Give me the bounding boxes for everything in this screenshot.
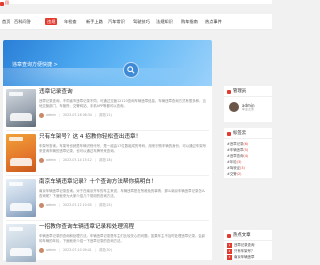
- tag-count: (3): [236, 160, 242, 164]
- tag-link[interactable]: #违章查询(4): [227, 154, 248, 158]
- tag-link[interactable]: #年检(3): [227, 160, 241, 164]
- sidebar-divider: [224, 96, 272, 97]
- sidebar-tags-heading: 标签云: [227, 131, 246, 137]
- nav-item-buying-guide[interactable]: 购车指南: [181, 19, 198, 24]
- article-title[interactable]: 违章记录查询: [39, 89, 73, 96]
- top-strip: [0, 0, 272, 4]
- article-excerpt: 车架号查询。车架号也就是车辆识别代号，是一组由17位数组成的号码，用来识别车辆的…: [39, 144, 207, 153]
- article-meta: admin | 2023-07-14 15:12 | 浏览(18): [39, 158, 112, 163]
- author-avatar: [39, 203, 44, 208]
- article-item[interactable]: 只有车架号？这 4 招教你轻松查出违章！ 车架号查询。车架号也就是车辆识别代号，…: [3, 131, 212, 175]
- tag-link[interactable]: #交警(2): [227, 172, 241, 176]
- nav-item-wiki[interactable]: 百科问答: [14, 19, 31, 24]
- sidebar-hot-heading: 热点文章: [227, 233, 251, 239]
- article-title[interactable]: 只有车架号？这 4 招教你轻松查出违章！: [39, 134, 141, 141]
- article-author[interactable]: admin: [46, 203, 56, 207]
- article-views: 浏览(25): [98, 203, 112, 208]
- admin-desc: 车主之家: [242, 107, 255, 111]
- tag-link[interactable]: #违章记录(6): [227, 142, 248, 146]
- article-excerpt: 南京车辆违章记录查询。对于在南京开车的车主来说，车辆违章是在所难免的事情，那么南…: [39, 189, 206, 198]
- hot-article-link[interactable]: 2 只有车架号？: [227, 249, 269, 254]
- flame-icon: [227, 233, 231, 238]
- nav-item-car-knowledge[interactable]: 汽车常识: [108, 19, 125, 24]
- article-views: 浏览(18): [98, 158, 112, 163]
- article-author[interactable]: admin: [46, 248, 56, 252]
- tag-label: #违章查询: [227, 154, 244, 158]
- article-views: 浏览(30): [98, 248, 112, 253]
- article-author[interactable]: admin: [46, 113, 56, 117]
- article-views: 浏览(21): [98, 113, 112, 118]
- hot-article-link[interactable]: 3 南京车辆违章: [227, 255, 269, 260]
- tag-count: (4): [243, 154, 249, 158]
- article-item[interactable]: 南京车辆违章记录？十个查询方法帮你搞明白！ 南京车辆违章记录查询。对于在南京开车…: [3, 176, 212, 220]
- article-excerpt: 违章记录查询。不同省市违章记录不同，可通过交管12123查询车辆违章信息。车辆违…: [39, 99, 206, 108]
- article-excerpt: 车辆违章记录的查询和处理方法。车辆违章记录是车主们比较关心的问题，如果车主不及时…: [39, 234, 206, 243]
- tag-count: (6): [243, 142, 249, 146]
- tag-link[interactable]: #车辆违章(5): [227, 148, 248, 152]
- sidebar-admin-title: 管理员: [233, 89, 247, 94]
- banner-title: 违章查询方便快捷 >: [12, 62, 58, 68]
- article-thumbnail[interactable]: [6, 224, 36, 262]
- author-avatar: [39, 248, 44, 253]
- search-icon[interactable]: [123, 62, 139, 78]
- tag-count: (3): [240, 166, 245, 170]
- nav-item-driving-tips[interactable]: 驾驶技巧: [133, 19, 150, 24]
- hot-article-title: 违章记录查询: [234, 243, 255, 247]
- admin-avatar[interactable]: [229, 102, 239, 112]
- sidebar-hot-title: 热点文章: [233, 233, 251, 238]
- tag-label: #违章记录: [227, 142, 244, 146]
- tag-label: #驾驶证: [227, 166, 241, 170]
- article-date: 2023-07-16 08:34: [63, 113, 92, 118]
- sidebar-admin-box: 管理员 admin 车主之家: [224, 86, 272, 122]
- tag-label: #车辆违章: [227, 148, 244, 152]
- sidebar-divider: [224, 138, 272, 139]
- article-date: 2023-07-14 15:12: [63, 158, 92, 163]
- article-item[interactable]: 违章记录查询 违章记录查询。不同省市违章记录不同，可通过交管12123查询车辆违…: [3, 86, 212, 130]
- nav-item-violation[interactable]: 违规: [45, 18, 58, 26]
- article-meta: admin | 2023-07-10 09:41 | 浏览(30): [39, 248, 112, 253]
- hot-article-title: 南京车辆违章: [234, 255, 255, 259]
- sidebar-admin-heading: 管理员: [227, 89, 246, 95]
- hot-rank-badge: 1: [227, 243, 232, 248]
- sidebar-tags-title: 标签云: [233, 131, 247, 136]
- nav-item-beginner[interactable]: 新手上路: [86, 19, 103, 24]
- nav-item-regulations[interactable]: 法规知识: [156, 19, 173, 24]
- user-icon: [227, 89, 231, 94]
- article-title[interactable]: 一招教你查询车辆违章记录和处理流程: [39, 224, 134, 231]
- article-date: 2023-07-10 09:41: [63, 248, 92, 253]
- nav-item-hot-events[interactable]: 热点事件: [205, 19, 222, 24]
- tag-label: #年检: [227, 160, 237, 164]
- article-meta: admin | 2023-07-12 10:05 | 浏览(25): [39, 203, 112, 208]
- tag-count: (2): [236, 172, 242, 176]
- sidebar-divider: [224, 240, 272, 241]
- tag-icon: [227, 131, 231, 136]
- site-logo-text: 翔: [5, 0, 9, 5]
- hot-article-title: 只有车架号？: [234, 249, 255, 253]
- nav-item-inspection[interactable]: 年检查: [64, 19, 77, 24]
- author-avatar: [39, 158, 44, 163]
- tag-link[interactable]: #驾驶证(3): [227, 166, 245, 170]
- article-list: 违章记录查询 违章记录查询。不同省市违章记录不同，可通过交管12123查询车辆违…: [3, 86, 212, 262]
- article-thumbnail[interactable]: [6, 134, 36, 172]
- tag-label: #交警: [227, 172, 237, 176]
- article-meta: admin | 2023-07-16 08:34 | 浏览(21): [39, 113, 112, 118]
- tag-count: (5): [243, 148, 249, 152]
- author-avatar: [39, 113, 44, 118]
- hot-rank-badge: 2: [227, 249, 232, 254]
- sidebar-hot-box: 热点文章 1 违章记录查询 2 只有车架号？ 3 南京车辆违章: [224, 230, 272, 260]
- article-author[interactable]: admin: [46, 158, 56, 162]
- article-thumbnail[interactable]: [6, 179, 36, 217]
- article-date: 2023-07-12 10:05: [63, 203, 92, 208]
- article-item[interactable]: 一招教你查询车辆违章记录和处理流程 车辆违章记录的查询和处理方法。车辆违章记录是…: [3, 221, 212, 265]
- article-thumbnail[interactable]: [6, 89, 36, 127]
- sidebar-tags-box: 标签云 #违章记录(6) #车辆违章(5) #违章查询(4) #年检(3) #驾…: [224, 128, 272, 178]
- hot-rank-badge: 3: [227, 255, 232, 260]
- hot-article-link[interactable]: 1 违章记录查询: [227, 243, 269, 248]
- article-title[interactable]: 南京车辆违章记录？十个查询方法帮你搞明白！: [39, 179, 156, 186]
- nav-item-home[interactable]: 首页: [2, 19, 10, 24]
